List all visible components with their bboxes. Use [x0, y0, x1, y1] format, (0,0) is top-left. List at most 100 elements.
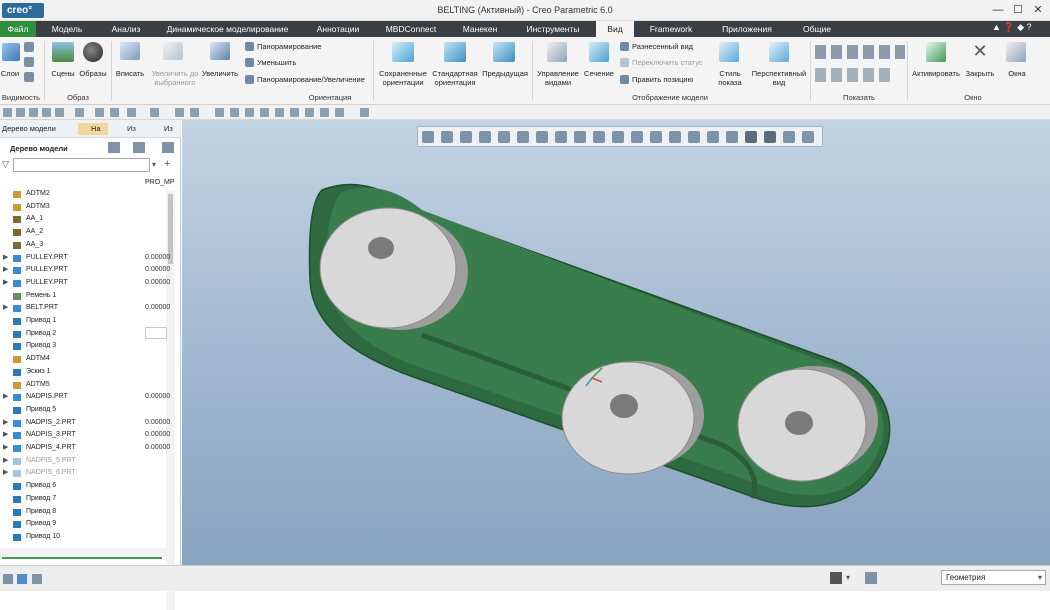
menu-framework[interactable]: Framework — [640, 21, 702, 37]
tree-item[interactable]: ADTM5 — [0, 379, 181, 392]
tree-filter-icon[interactable] — [162, 142, 174, 153]
close-window-ribbon-button[interactable]: Закрыть — [962, 69, 998, 78]
tree-item[interactable]: ▶ NADPIS_3.PRT 0.00000 — [0, 429, 181, 442]
show-datum-toggles[interactable] — [815, 45, 905, 59]
tree-item[interactable]: Привод 1 — [0, 315, 181, 328]
tree-search-input[interactable] — [13, 158, 150, 172]
images-icon[interactable] — [83, 42, 103, 62]
tree-item[interactable]: AA_3 — [0, 239, 181, 252]
layers-button[interactable]: Слои — [0, 69, 20, 78]
pulley-1[interactable] — [319, 207, 457, 329]
expand-arrow-icon[interactable]: ▶ — [3, 302, 8, 315]
qat-icon[interactable] — [230, 108, 239, 117]
selection-icon[interactable] — [865, 572, 877, 584]
tree-item[interactable]: Привод 6 — [0, 480, 181, 493]
menu-analysis[interactable]: Анализ — [100, 21, 152, 37]
tree-item[interactable]: ADTM3 — [0, 201, 181, 214]
qat-more-icon[interactable] — [360, 108, 369, 117]
qat-icon[interactable] — [320, 108, 329, 117]
filter-funnel-icon[interactable]: ▽ — [2, 160, 11, 169]
exploded-view-button[interactable]: Разнесенный вид — [632, 42, 693, 51]
previous-orientation-icon[interactable] — [493, 42, 515, 62]
annotation-display-icon[interactable] — [612, 131, 624, 143]
tree-columns-icon[interactable] — [133, 142, 145, 153]
menu-dynamic-modeling[interactable]: Динамическое моделирование — [160, 21, 295, 37]
close-icon[interactable]: ✕ — [970, 41, 990, 61]
tree-item[interactable]: Эскиз 1 — [0, 366, 181, 379]
graphics-viewport[interactable] — [182, 120, 1050, 565]
model-tree-toggle-icon[interactable] — [726, 131, 738, 143]
perspective-view-icon[interactable] — [769, 42, 789, 62]
standard-orientation-button[interactable]: Стандартная ориентация — [430, 69, 480, 87]
redo-icon[interactable] — [150, 108, 159, 117]
expand-arrow-icon[interactable]: ▶ — [3, 417, 8, 430]
menu-annotations[interactable]: Аннотации — [305, 21, 371, 37]
manage-views-button[interactable]: Управление видами — [535, 69, 581, 87]
expand-arrow-icon[interactable]: ▶ — [3, 442, 8, 455]
appearance-icon[interactable] — [802, 131, 814, 143]
visibility-tool-icon[interactable] — [24, 42, 34, 52]
activate-button[interactable]: Активировать — [909, 69, 963, 78]
menu-file[interactable]: Файл — [0, 21, 36, 37]
menu-mbdconnect[interactable]: MBDConnect — [378, 21, 444, 37]
qat-icon[interactable] — [260, 108, 269, 117]
tree-item[interactable]: Привод 8 — [0, 506, 181, 519]
images-button[interactable]: Образы — [78, 69, 108, 78]
tree-item[interactable]: Привод 2 — [0, 328, 181, 341]
plane-display-icon[interactable] — [631, 131, 643, 143]
open-icon[interactable] — [95, 108, 104, 117]
section-icon[interactable] — [589, 42, 609, 62]
find-icon[interactable] — [830, 572, 842, 584]
fit-button[interactable]: Вписать — [112, 69, 148, 78]
tree-item[interactable]: ▶ NADPIS_6.PRT — [0, 467, 181, 480]
perspective-view-button[interactable]: Перспективный вид — [750, 69, 808, 87]
menu-model[interactable]: Модель — [42, 21, 92, 37]
ruler-icon[interactable] — [745, 131, 757, 143]
activate-icon[interactable] — [926, 42, 946, 62]
pan-zoom-button[interactable]: Панорамирование/Увеличение — [257, 75, 365, 84]
menu-manikin[interactable]: Манекен — [452, 21, 508, 37]
qat-icon[interactable] — [3, 108, 12, 117]
zoom-selected-button[interactable]: Увеличить до выбранного — [146, 69, 204, 87]
selection-filter-select[interactable]: Геометрия ▾ — [941, 570, 1046, 585]
tree-item[interactable]: Привод 5 — [0, 404, 181, 417]
windows-icon[interactable] — [1006, 42, 1026, 62]
display-style-icon[interactable] — [719, 42, 739, 62]
repaint-icon[interactable] — [479, 131, 491, 143]
point-display-icon[interactable] — [669, 131, 681, 143]
tree-settings-icon[interactable] — [108, 142, 120, 153]
menu-applications[interactable]: Приложения — [710, 21, 784, 37]
pan-button[interactable]: Панорамирование — [257, 42, 321, 51]
zoom-in-icon[interactable] — [441, 131, 453, 143]
zoom-out-button[interactable]: Уменьшить — [257, 58, 296, 67]
qat-icon[interactable] — [175, 108, 184, 117]
tab-folder[interactable]: Из — [113, 123, 143, 135]
refit-icon[interactable] — [422, 131, 434, 143]
saved-orientations-icon[interactable] — [392, 42, 414, 62]
tree-item[interactable]: ▶ NADPIS_2.PRT 0.00000 — [0, 417, 181, 430]
tree-item[interactable]: AA_2 — [0, 226, 181, 239]
column-header[interactable]: PRO_MP — [145, 179, 175, 186]
add-icon[interactable]: + — [164, 158, 170, 170]
section-icon[interactable] — [574, 131, 586, 143]
edit-position-button[interactable]: Править позицию — [632, 75, 693, 84]
fit-icon[interactable] — [120, 42, 140, 60]
tree-item[interactable]: AA_1 — [0, 213, 181, 226]
visibility-tool-icon-2[interactable] — [24, 57, 34, 67]
qat-icon[interactable] — [335, 108, 344, 117]
belt-assembly-model[interactable] — [182, 120, 1050, 565]
menu-general[interactable]: Общие — [794, 21, 840, 37]
horizontal-scrollbar[interactable] — [0, 548, 166, 557]
tree-item[interactable]: ▶ NADPIS_4.PRT 0.00000 — [0, 442, 181, 455]
expand-arrow-icon[interactable]: ▶ — [3, 252, 8, 265]
pulley-2[interactable] — [561, 361, 695, 475]
zoom-in-icon[interactable] — [210, 42, 230, 60]
save-icon[interactable] — [110, 108, 119, 117]
windows-button[interactable]: Окна — [1000, 69, 1034, 78]
qat-icon[interactable] — [190, 108, 199, 117]
find-dropdown-icon[interactable]: ▾ — [846, 573, 850, 582]
tree-item[interactable]: ▶ PULLEY.PRT 0.00000 — [0, 264, 181, 277]
section-button[interactable]: Сечение — [581, 69, 617, 78]
tree-item[interactable]: ▶ PULLEY.PRT 0.00000 — [0, 252, 181, 265]
close-window-button[interactable]: ✕ — [1028, 3, 1048, 17]
